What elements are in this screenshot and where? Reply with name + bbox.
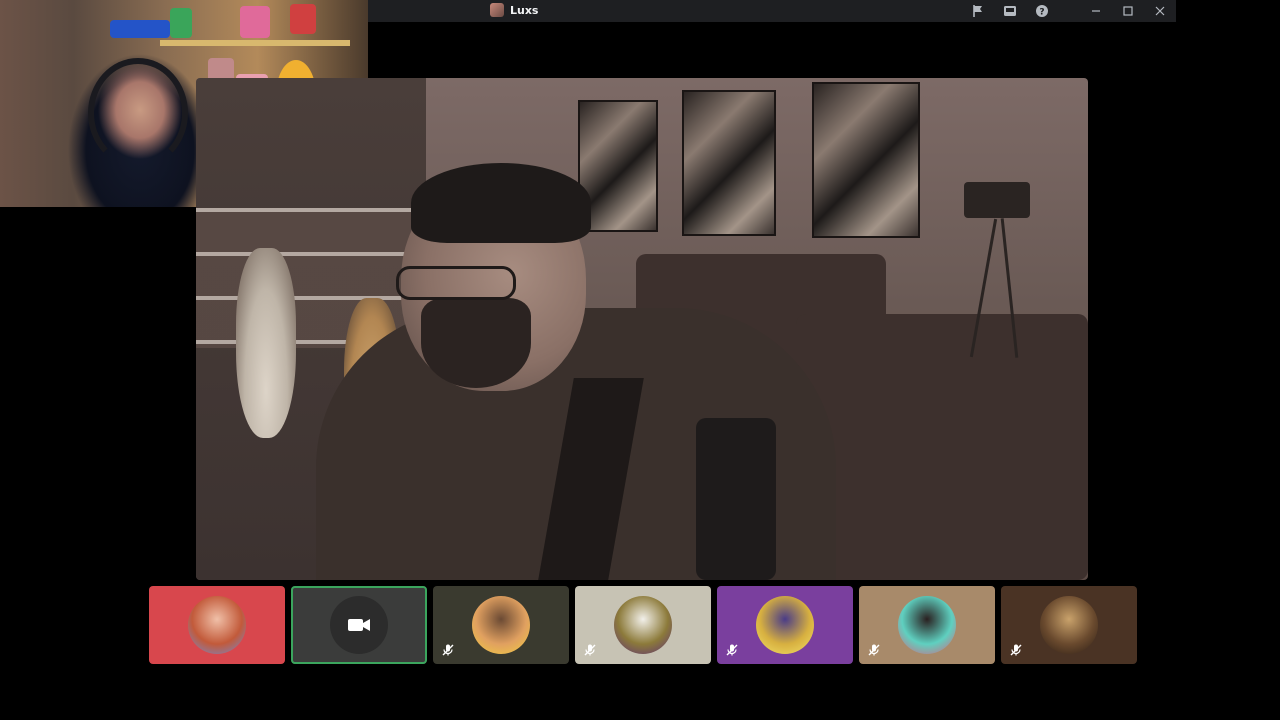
participant-avatar: [756, 596, 814, 654]
window-title: Luxs: [510, 3, 539, 17]
help-icon[interactable]: ?: [1026, 0, 1058, 22]
video-person-beard: [421, 298, 531, 388]
participant-tile[interactable]: [149, 586, 285, 664]
participant-tile[interactable]: [575, 586, 711, 664]
minimize-icon[interactable]: [1080, 0, 1112, 22]
participant-avatar: [1040, 596, 1098, 654]
video-painting: [812, 82, 920, 238]
facecam-figure: [170, 8, 192, 38]
participant-avatar: [472, 596, 530, 654]
title-bar-controls: ?: [962, 0, 1176, 22]
video-camera-icon: [330, 596, 388, 654]
mic-muted-icon: [867, 642, 881, 656]
participant-tile[interactable]: [1001, 586, 1137, 664]
call-window: Luxs ?: [0, 0, 1280, 720]
participant-avatar: [188, 596, 246, 654]
participant-tile[interactable]: [291, 586, 427, 664]
inbox-icon[interactable]: [994, 0, 1026, 22]
participant-tile[interactable]: [717, 586, 853, 664]
title-avatar: [490, 3, 504, 17]
divider: [1058, 0, 1080, 22]
title-bar: Luxs ?: [368, 0, 1176, 22]
video-chair: [696, 418, 776, 580]
mic-muted-icon: [441, 642, 455, 656]
facecam-headset: [88, 58, 188, 168]
video-person-hair: [411, 163, 591, 243]
video-guitar: [236, 248, 296, 438]
svg-text:?: ?: [1039, 8, 1044, 18]
participant-avatar: [898, 596, 956, 654]
participant-strip: [149, 586, 1137, 664]
video-person-glasses: [396, 266, 516, 300]
facecam-figure: [240, 6, 270, 38]
mic-muted-icon: [583, 642, 597, 656]
facecam-figure: [290, 4, 316, 34]
close-icon[interactable]: [1144, 0, 1176, 22]
mic-muted-icon: [1009, 642, 1023, 656]
video-painting: [682, 90, 776, 236]
title-group: Luxs: [490, 3, 538, 17]
main-video-feed[interactable]: [196, 78, 1088, 580]
maximize-icon[interactable]: [1112, 0, 1144, 22]
mic-muted-icon: [725, 642, 739, 656]
video-sofa: [796, 314, 1088, 580]
participant-tile[interactable]: [859, 586, 995, 664]
video-lamp: [964, 182, 1030, 218]
participant-tile[interactable]: [433, 586, 569, 664]
participant-avatar: [614, 596, 672, 654]
facecam-shelf: [160, 40, 350, 46]
facecam-headphones-top: [110, 20, 170, 38]
flag-icon[interactable]: [962, 0, 994, 22]
